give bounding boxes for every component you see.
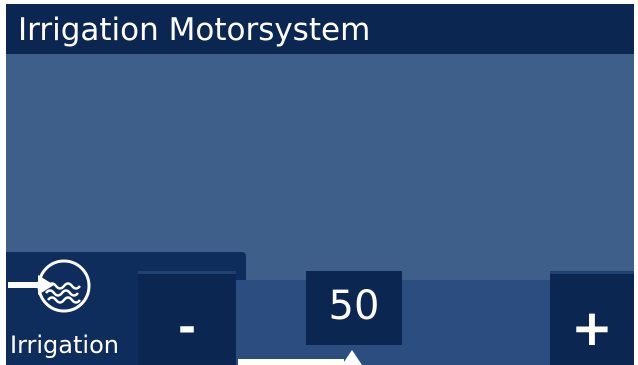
level-slider-fill (238, 359, 344, 365)
header-bar: Irrigation Motorsystem (6, 4, 634, 54)
page-title: Irrigation Motorsystem (18, 12, 371, 48)
level-value: 50 (306, 271, 402, 345)
mode-label: Irrigation (10, 331, 119, 359)
decrease-button[interactable]: - (138, 271, 236, 365)
level-slider-handle[interactable] (342, 350, 362, 365)
motor-control-screen: Irrigation Motorsystem Irrigation - 50 + (6, 4, 634, 365)
increase-button[interactable]: + (550, 271, 634, 365)
irrigation-icon (8, 259, 91, 313)
